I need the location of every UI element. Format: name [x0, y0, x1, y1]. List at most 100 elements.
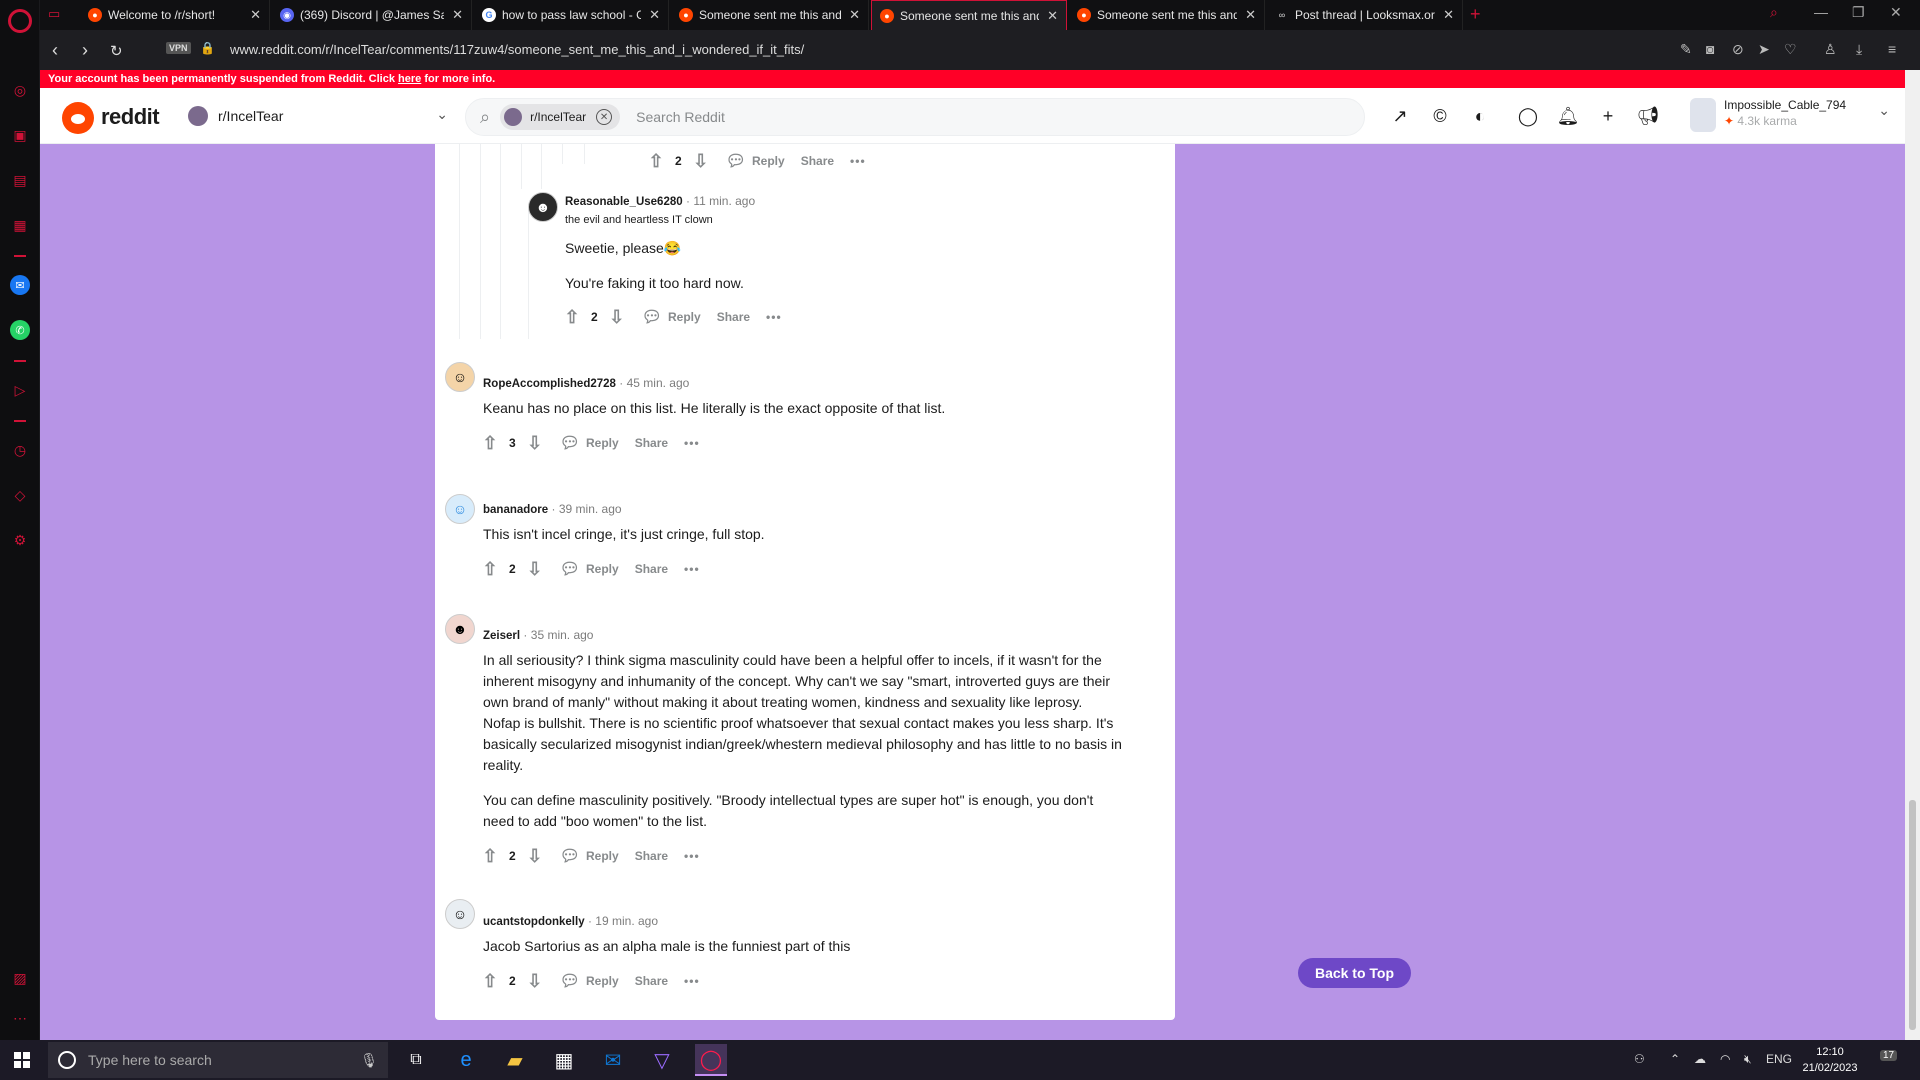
- mail-icon[interactable]: ✉: [597, 1044, 629, 1076]
- share-button[interactable]: Share: [635, 849, 668, 863]
- window-close-icon[interactable]: ✕: [1890, 4, 1902, 21]
- twitch-icon[interactable]: ▤: [10, 170, 30, 190]
- comment-timestamp[interactable]: 11 min. ago: [693, 194, 755, 208]
- search-bar[interactable]: ⌕ r/IncelTear ✕ Search Reddit: [465, 98, 1365, 136]
- microphone-icon[interactable]: 🎙︎: [360, 1052, 378, 1069]
- wifi-icon[interactable]: ◠: [1720, 1052, 1730, 1066]
- edit-icon[interactable]: ✎: [1680, 41, 1692, 58]
- player-icon[interactable]: ▦: [10, 215, 30, 235]
- upvote-icon[interactable]: ⇧: [561, 307, 583, 328]
- subreddit-selector[interactable]: r/IncelTear ⌄: [188, 102, 448, 130]
- speed-dial-icon[interactable]: ◎: [10, 80, 30, 100]
- tab[interactable]: ● Someone sent me this and ✕: [1069, 0, 1265, 30]
- volume-muted-icon[interactable]: 🔇︎: [1744, 1052, 1752, 1067]
- reply-bubble-icon[interactable]: 💬︎: [560, 846, 580, 866]
- comment-username[interactable]: ucantstopdonkelly: [483, 916, 585, 928]
- tab[interactable]: ◉ (369) Discord | @James Sa ✕: [272, 0, 472, 30]
- close-tab-icon[interactable]: ✕: [1047, 8, 1058, 24]
- comment-timestamp[interactable]: 19 min. ago: [595, 914, 658, 928]
- downvote-icon[interactable]: ⇩: [606, 307, 628, 328]
- reply-button[interactable]: Reply: [752, 154, 785, 168]
- taskbar-search[interactable]: Type here to search 🎙︎: [48, 1042, 388, 1078]
- lock-icon[interactable]: 🔒: [200, 41, 215, 55]
- tab-active[interactable]: ● Someone sent me this and ✕: [871, 0, 1067, 30]
- vpn-badge[interactable]: VPN: [166, 42, 191, 54]
- reply-button[interactable]: Reply: [586, 436, 619, 450]
- share-button[interactable]: Share: [635, 562, 668, 576]
- restore-icon[interactable]: ❐: [1852, 4, 1865, 21]
- language-indicator[interactable]: ENG: [1766, 1052, 1792, 1066]
- comment-username[interactable]: Zeiserl: [483, 630, 520, 642]
- create-post-plus-icon[interactable]: +: [1596, 104, 1620, 128]
- close-tab-icon[interactable]: ✕: [849, 7, 860, 23]
- reply-button[interactable]: Reply: [586, 562, 619, 576]
- bag-icon[interactable]: ▣: [10, 125, 30, 145]
- thread-line[interactable]: [480, 144, 481, 339]
- taskbar-search-input[interactable]: Type here to search: [88, 1052, 212, 1068]
- popular-icon[interactable]: ↗: [1388, 104, 1412, 128]
- close-tab-icon[interactable]: ✕: [452, 7, 463, 23]
- tray-chevron-up-icon[interactable]: ⌃: [1670, 1052, 1680, 1066]
- comment-username[interactable]: Reasonable_Use6280: [565, 196, 683, 208]
- thread-line[interactable]: [528, 204, 529, 339]
- avatar[interactable]: ☻: [445, 614, 475, 644]
- downvote-icon[interactable]: ⇩: [524, 971, 546, 992]
- thread-line[interactable]: [500, 144, 501, 339]
- thread-line[interactable]: [541, 144, 542, 189]
- store-icon[interactable]: ▦: [548, 1044, 580, 1076]
- tab-search-icon[interactable]: ⌕: [1770, 4, 1778, 21]
- close-tab-icon[interactable]: ✕: [1443, 7, 1454, 23]
- reply-bubble-icon[interactable]: 💬︎: [560, 433, 580, 453]
- whatsapp-icon[interactable]: ✆: [10, 320, 30, 340]
- tab[interactable]: ∞ Post thread | Looksmax.org ✕: [1267, 0, 1463, 30]
- share-button[interactable]: Share: [635, 436, 668, 450]
- close-tab-icon[interactable]: ✕: [250, 7, 261, 23]
- reply-button[interactable]: Reply: [586, 974, 619, 988]
- user-menu[interactable]: Impossible_Cable_794 ✦ 4.3k karma ⌄: [1690, 96, 1890, 136]
- upvote-icon[interactable]: ⇧: [479, 559, 501, 580]
- url-field[interactable]: www.reddit.com/r/IncelTear/comments/117z…: [230, 42, 804, 57]
- more-options-icon[interactable]: •••: [766, 310, 782, 324]
- upvote-icon[interactable]: ⇧: [479, 433, 501, 454]
- thread-line[interactable]: [584, 144, 585, 164]
- opera-logo-icon[interactable]: [8, 9, 32, 33]
- tab[interactable]: ● Welcome to /r/short! ✕: [80, 0, 270, 30]
- camera-icon[interactable]: ◙: [1706, 41, 1714, 57]
- new-tab-plus-icon[interactable]: +: [1470, 4, 1481, 25]
- back-icon[interactable]: ‹: [52, 40, 58, 61]
- task-view-icon[interactable]: ⧉: [400, 1044, 432, 1076]
- system-clock[interactable]: 12:10 21/02/2023: [1800, 1044, 1860, 1076]
- avatar[interactable]: ☺: [445, 362, 475, 392]
- downvote-icon[interactable]: ⇩: [524, 846, 546, 867]
- heart-icon[interactable]: ♡: [1784, 41, 1797, 58]
- avatar[interactable]: ☻: [528, 192, 558, 222]
- opera-taskbar-icon[interactable]: ◯: [695, 1044, 727, 1076]
- send-icon[interactable]: ➤: [1758, 41, 1770, 58]
- gamepad-icon[interactable]: ▭: [48, 6, 60, 22]
- reply-button[interactable]: Reply: [586, 849, 619, 863]
- chip-close-icon[interactable]: ✕: [596, 109, 613, 125]
- thread-line[interactable]: [521, 144, 522, 189]
- comment-username[interactable]: RopeAccomplished2728: [483, 378, 616, 390]
- notifications-bell-icon[interactable]: 🔔︎: [1556, 104, 1580, 128]
- play-icon[interactable]: ▷: [10, 380, 30, 400]
- tab[interactable]: G how to pass law school - G ✕: [474, 0, 669, 30]
- more-options-icon[interactable]: •••: [684, 974, 700, 988]
- reply-bubble-icon[interactable]: 💬︎: [560, 971, 580, 991]
- advertise-icon[interactable]: 📢︎: [1636, 104, 1660, 128]
- share-button[interactable]: Share: [635, 974, 668, 988]
- comment-timestamp[interactable]: 35 min. ago: [531, 628, 594, 642]
- reddit-wordmark[interactable]: reddit: [101, 104, 160, 130]
- notification-center-icon[interactable]: 17: [1880, 1050, 1898, 1061]
- more-options-icon[interactable]: •••: [850, 154, 866, 168]
- thread-line[interactable]: [562, 144, 563, 164]
- talk-icon[interactable]: ◐: [1468, 104, 1492, 128]
- file-explorer-icon[interactable]: ▰: [499, 1044, 531, 1076]
- scrollbar-thumb[interactable]: [1909, 800, 1916, 1030]
- vpn-app-icon[interactable]: ▽: [646, 1044, 678, 1076]
- back-to-top-button[interactable]: Back to Top: [1298, 958, 1411, 988]
- messenger-icon[interactable]: ✉: [10, 275, 30, 295]
- forward-icon[interactable]: ›: [82, 40, 88, 61]
- banner-link[interactable]: here: [398, 73, 421, 85]
- reply-bubble-icon[interactable]: 💬︎: [642, 307, 662, 327]
